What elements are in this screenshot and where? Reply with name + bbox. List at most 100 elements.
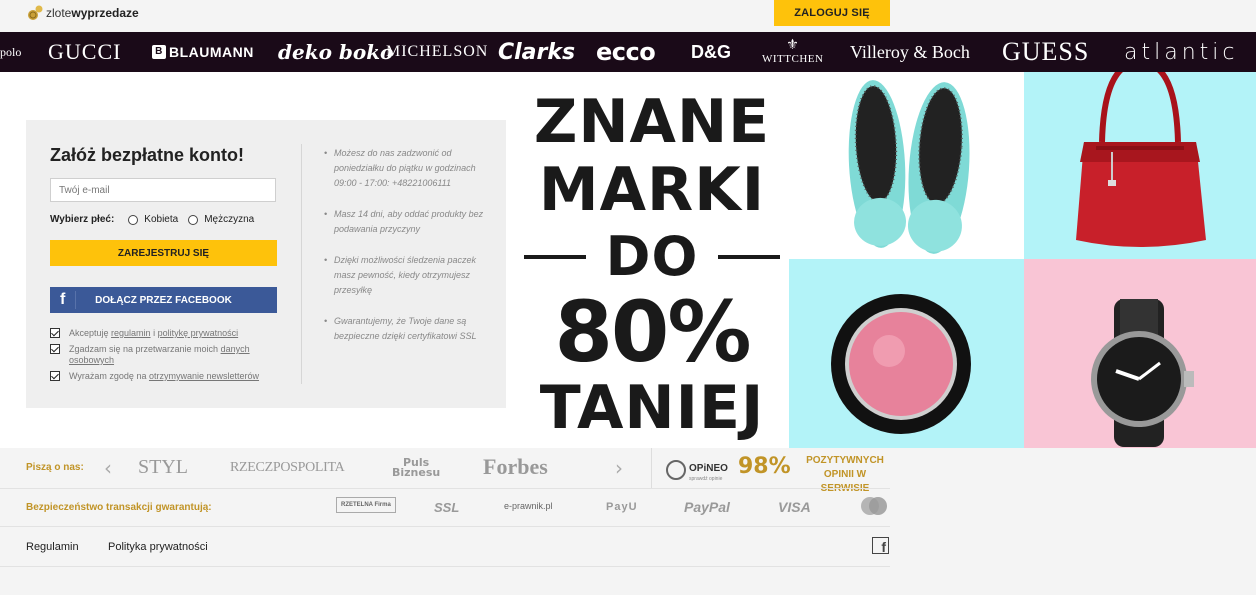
- logo-text-bold: wyprzedaze: [71, 6, 139, 20]
- benefit-returns: Masz 14 dni, aby oddać produkty bez poda…: [324, 207, 484, 237]
- gender-male-radio[interactable]: [188, 214, 199, 225]
- opineo-badge[interactable]: OPiNEO sprawdź opinie: [666, 458, 728, 482]
- benefits-list: Możesz do nas zadzwonić od poniedziałku …: [324, 146, 484, 360]
- gender-male-label: Mężczyzna: [204, 214, 255, 225]
- product-tile-shoes: [789, 72, 1024, 259]
- promo-line-1: ZNANE: [533, 87, 771, 157]
- brand-wittchen-text: WITTCHEN: [762, 53, 824, 65]
- facebook-icon: f: [60, 291, 77, 309]
- press-label: Piszą o nas:: [26, 462, 84, 473]
- press-logo-rzeczpospolita: RZECZPOSPOLITA: [230, 460, 345, 475]
- brand-polo[interactable]: polo: [0, 32, 21, 72]
- brand-villeroy-boch[interactable]: Villeroy & Boch: [850, 32, 970, 72]
- header: zlotewyprzedaze ZALOGUJ SIĘ: [0, 0, 1256, 32]
- logo-e-prawnik: e-prawnik.pl: [504, 501, 553, 511]
- consent-terms-checkbox[interactable]: [50, 328, 60, 338]
- email-field[interactable]: [50, 178, 276, 202]
- promo-dash-right: [717, 255, 780, 259]
- gender-label: Wybierz płeć:: [50, 214, 115, 225]
- brand-guess[interactable]: GUESS: [1002, 32, 1089, 72]
- gender-male-option[interactable]: Mężczyzna: [188, 214, 254, 225]
- logo-text: zlotewyprzedaze: [46, 6, 139, 20]
- brand-strip: polo GUCCI B BLAUMANN deko boko MICHELSON…: [0, 32, 1256, 72]
- promo-line-4: 80%: [554, 283, 751, 381]
- facebook-join-button[interactable]: f DOŁĄCZ PRZEZ FACEBOOK: [50, 287, 277, 313]
- eyeshadow-compact-image: [831, 294, 971, 434]
- brand-gucci[interactable]: GUCCI: [48, 32, 121, 72]
- terms-link[interactable]: regulamin: [111, 328, 151, 338]
- logo-visa: VISA: [778, 499, 811, 515]
- logo-payu: PayU: [606, 501, 638, 513]
- product-tile-handbag: [1024, 58, 1256, 259]
- panel-divider: [301, 144, 302, 384]
- login-button[interactable]: ZALOGUJ SIĘ: [774, 0, 890, 26]
- consent-data-text: Zgadzam się na przetwarzanie moich danyc…: [69, 344, 250, 365]
- logo-text-light: zlote: [46, 6, 72, 20]
- opineo-percent: 98%: [738, 454, 791, 479]
- gender-female-radio[interactable]: [128, 214, 139, 225]
- privacy-policy-link[interactable]: politykę prywatności: [158, 328, 239, 338]
- promo-line-3: DO: [524, 224, 780, 290]
- site-logo[interactable]: zlotewyprzedaze: [27, 4, 139, 22]
- footer-bottom-divider: [0, 566, 890, 567]
- opineo-logo-text: OPiNEO sprawdź opinie: [689, 463, 728, 483]
- brand-blaumann[interactable]: B BLAUMANN: [152, 32, 254, 72]
- consent-newsletter: Wyrażam zgodę na otrzymywanie newsletter…: [50, 371, 260, 382]
- press-logo-styl: STYL: [138, 456, 188, 478]
- logo-rzetelna-firma: RZETELNA Firma: [336, 497, 396, 513]
- registration-title: Załóż bezpłatne konto!: [50, 145, 245, 165]
- brand-atlantic[interactable]: atlantic: [1124, 32, 1238, 72]
- promo-line-2: MARKI: [538, 155, 766, 225]
- ballet-flats-image: [848, 80, 970, 254]
- product-tile-eyeshadow: [789, 259, 1024, 448]
- press-prev-arrow[interactable]: ‹: [104, 456, 112, 480]
- wristwatch-image: [1091, 299, 1194, 447]
- press-logo-puls-biznesu: Puls Biznesu: [392, 456, 441, 479]
- footer-terms-link[interactable]: Regulamin: [26, 541, 79, 553]
- red-handbag-image: [1076, 58, 1206, 247]
- brand-blaumann-text: BLAUMANN: [169, 44, 254, 60]
- promo-line-5: TANIEJ: [539, 373, 765, 443]
- consent-terms-text: Akceptuję regulamin i politykę prywatnoś…: [69, 328, 239, 338]
- security-guarantors: Bezpieczeństwo transakcji gwarantują: RZ…: [0, 488, 890, 526]
- press-logo-forbes: Forbes: [483, 454, 548, 479]
- registration-panel: Załóż bezpłatne konto! Wybierz płeć: Kob…: [26, 120, 506, 408]
- consent-data-checkbox[interactable]: [50, 344, 60, 354]
- security-label: Bezpieczeństwo transakcji gwarantują:: [26, 502, 212, 513]
- benefit-phone: Możesz do nas zadzwonić od poniedziałku …: [324, 146, 484, 191]
- register-button[interactable]: ZAREJESTRUJ SIĘ: [50, 240, 277, 266]
- product-tile-watch: [1024, 259, 1256, 448]
- gender-female-label: Kobieta: [144, 214, 179, 225]
- brand-wittchen[interactable]: ⚜ WITTCHEN: [762, 32, 823, 72]
- facebook-join-label: DOŁĄCZ PRZEZ FACEBOOK: [95, 294, 232, 306]
- brand-michelson[interactable]: MICHELSON: [386, 32, 488, 72]
- gold-coins-icon: [28, 5, 43, 20]
- logo-ssl: SSL: [434, 500, 460, 515]
- consent-newsletter-checkbox[interactable]: [50, 371, 60, 381]
- promo-do-text: DO: [605, 225, 699, 288]
- brand-dolce-gabbana[interactable]: D&G: [691, 32, 731, 72]
- gender-selector: Wybierz płeć: Kobieta Mężczyzna: [50, 214, 264, 225]
- gender-female-option[interactable]: Kobieta: [128, 214, 178, 225]
- brand-deko-boko[interactable]: deko boko: [278, 32, 393, 72]
- benefit-tracking: Dzięki możliwości śledzenia paczek masz …: [324, 253, 484, 298]
- brand-ecco[interactable]: ecco: [596, 32, 656, 72]
- blaumann-mark-icon: B: [152, 45, 166, 59]
- crest-icon: ⚜: [786, 38, 800, 53]
- opineo-icon: [666, 460, 686, 480]
- press-mentions: Piszą o nas: ‹ STYL RZECZPOSPOLITA Puls B…: [0, 448, 890, 494]
- footer-privacy-link[interactable]: Polityka prywatności: [108, 541, 208, 553]
- brand-clarks[interactable]: Clarks: [498, 32, 575, 72]
- press-separator: [651, 448, 652, 488]
- consent-personal-data: Zgadzam się na przetwarzanie moich danyc…: [50, 344, 260, 366]
- consent-terms: Akceptuję regulamin i politykę prywatnoś…: [50, 328, 260, 339]
- press-next-arrow[interactable]: ›: [615, 456, 623, 480]
- mastercard-icon: [861, 497, 887, 515]
- hero: Załóż bezpłatne konto! Wybierz płeć: Kob…: [0, 58, 1256, 448]
- consent-newsletter-text: Wyrażam zgodę na otrzymywanie newsletter…: [69, 371, 260, 381]
- promo-dash-left: [524, 255, 586, 259]
- newsletter-link[interactable]: otrzymywanie newsletterów: [149, 371, 259, 381]
- facebook-icon[interactable]: f: [872, 537, 889, 555]
- promo-headline: ZNANE MARKI DO 80% TANIEJ: [524, 88, 780, 442]
- logo-paypal: PayPal: [684, 499, 730, 515]
